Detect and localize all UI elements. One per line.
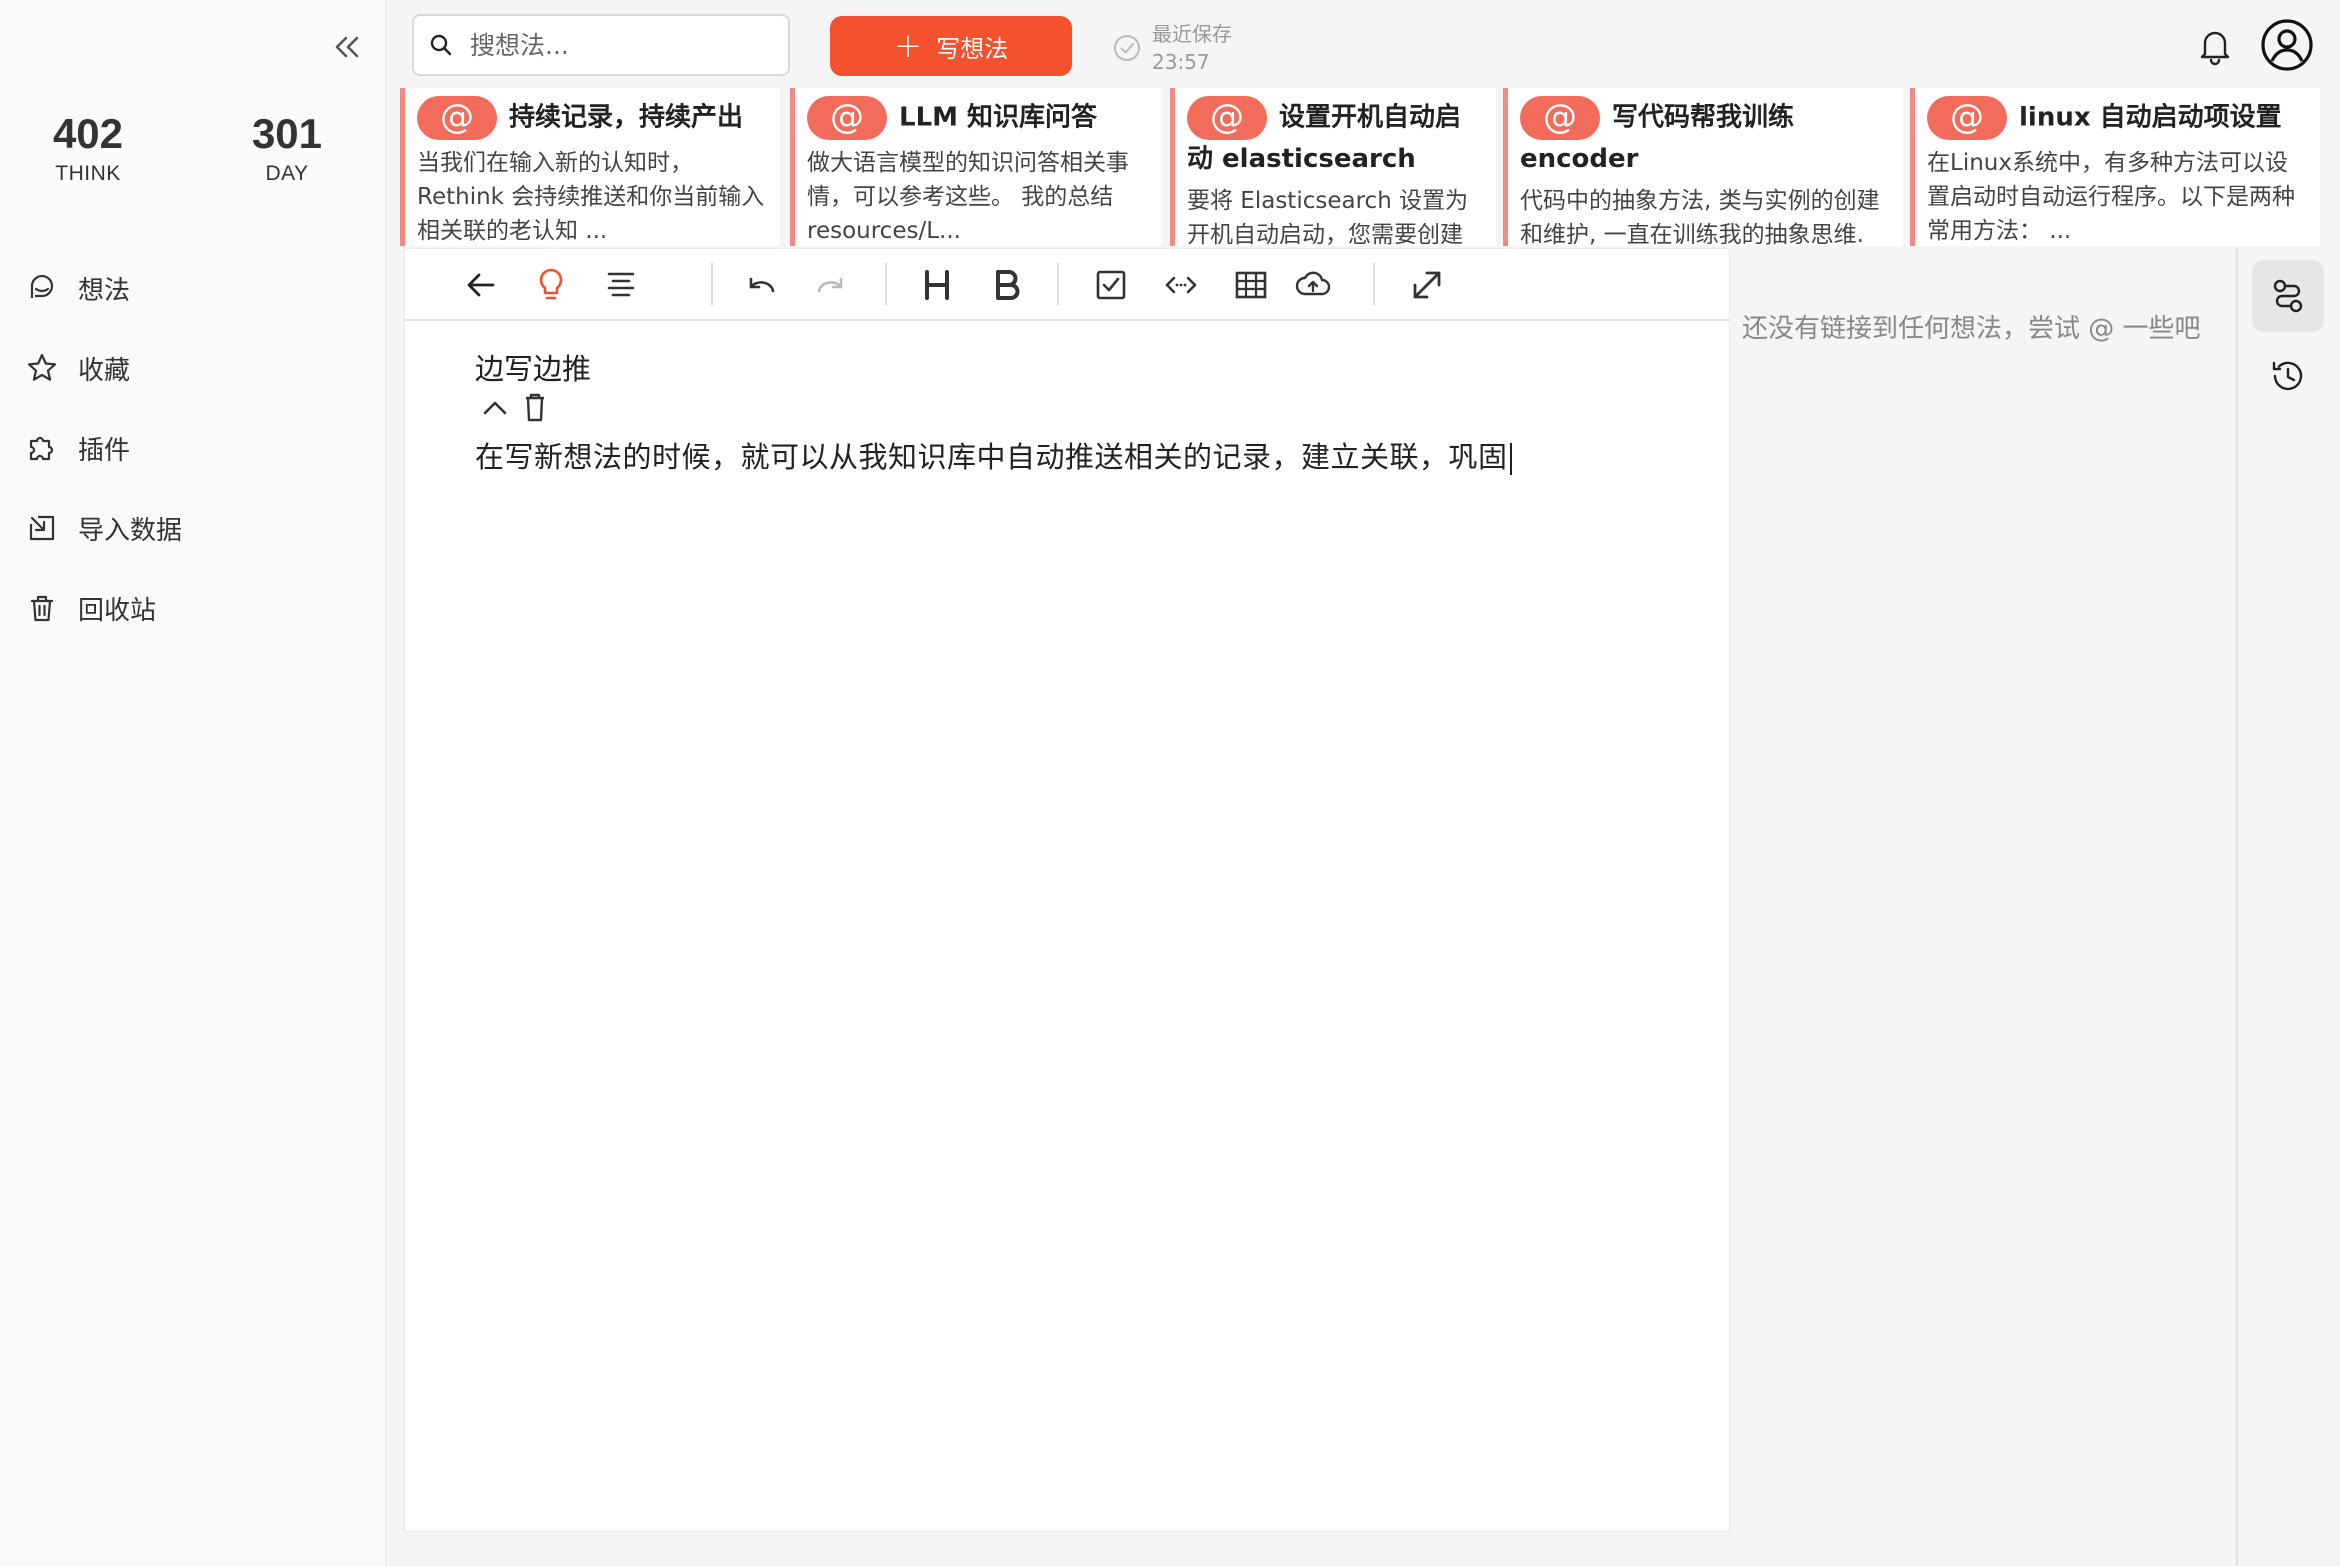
think-count: 402 xyxy=(52,110,124,157)
write-idea-label: 写想法 xyxy=(936,34,1009,63)
redo-icon[interactable] xyxy=(811,265,851,305)
align-center-icon[interactable] xyxy=(601,265,641,305)
star-icon xyxy=(26,352,58,384)
at-badge-icon: @ xyxy=(1927,96,2007,140)
delete-block-icon[interactable] xyxy=(515,389,555,425)
back-arrow-icon[interactable] xyxy=(461,265,501,305)
history-icon xyxy=(2268,356,2308,396)
related-card[interactable]: @ LLM 知识库问答 做大语言模型的知识问答相关事情，可以参考这些。 我的总结 … xyxy=(790,88,1162,246)
card-title: @ 写代码帮我训练 encoder xyxy=(1520,96,1893,178)
save-status: 最近保存 23:57 xyxy=(1112,18,1232,78)
sidebar: 402 THINK 301 DAY 想法 收藏 插件 导入数据 回收站 xyxy=(0,0,386,1566)
expand-icon[interactable] xyxy=(1407,265,1447,305)
search-box[interactable] xyxy=(412,14,790,76)
card-snippet: 当我们在输入新的认知时，Rethink 会持续推送和你当前输入相关联的老认知 .… xyxy=(417,150,765,244)
card-title: @ LLM 知识库问答 xyxy=(807,96,1152,140)
note-body[interactable]: 在写新想法的时候，就可以从我知识库中自动推送相关的记录，建立关联，巩固 xyxy=(475,435,1695,479)
related-ideas-strip: @ 持续记录，持续产出 当我们在输入新的认知时，Rethink 会持续推送和你当前… xyxy=(400,88,2340,248)
at-badge-icon: @ xyxy=(1520,96,1600,140)
sidebar-item-favorites[interactable]: 收藏 xyxy=(0,328,386,408)
stats-panel: 402 THINK 301 DAY xyxy=(0,108,386,198)
sidebar-item-label: 收藏 xyxy=(78,355,131,386)
link-graph-icon xyxy=(2268,276,2308,316)
card-title: @ 持续记录，持续产出 xyxy=(417,96,770,140)
lightbulb-icon[interactable] xyxy=(531,265,571,305)
sidebar-item-ideas[interactable]: 想法 xyxy=(0,248,386,328)
day-stat: 301 DAY xyxy=(212,108,362,186)
card-title-text: LLM 知识库问答 xyxy=(899,102,1098,133)
bell-icon[interactable] xyxy=(2196,26,2234,66)
code-icon[interactable] xyxy=(1161,265,1201,305)
history-tab-button[interactable] xyxy=(2252,340,2324,412)
think-label: THINK xyxy=(55,162,121,185)
note-body-text: 在写新想法的时候，就可以从我知识库中自动推送相关的记录，建立关联，巩固 xyxy=(475,440,1508,474)
import-icon xyxy=(26,512,58,544)
related-card[interactable]: @ 设置开机自动启动 elasticsearch 要将 Elasticsearch… xyxy=(1170,88,1496,246)
links-tab-button[interactable] xyxy=(2252,260,2324,332)
table-icon[interactable] xyxy=(1231,265,1271,305)
card-snippet: 要将 Elasticsearch 设置为开机自动启动，您需要创建 xyxy=(1187,188,1469,246)
sidebar-item-label: 想法 xyxy=(78,275,131,306)
bold-icon[interactable] xyxy=(987,265,1027,305)
day-label: DAY xyxy=(265,162,309,185)
sidebar-item-label: 导入数据 xyxy=(78,515,183,546)
card-title: @ 设置开机自动启动 elasticsearch xyxy=(1187,96,1486,178)
cloud-upload-icon[interactable] xyxy=(1293,265,1333,305)
user-avatar-icon[interactable] xyxy=(2260,18,2314,72)
sidebar-item-label: 插件 xyxy=(78,435,131,466)
editor-panel: 边写边推 在写新想法的时候，就可以从我知识库中自动推送相关的记录，建立关联，巩固 xyxy=(404,248,1730,1532)
save-text: 最近保存 23:57 xyxy=(1152,20,1232,76)
heading-icon[interactable] xyxy=(917,265,957,305)
card-title-text: 持续记录，持续产出 xyxy=(509,102,744,133)
card-snippet: 做大语言模型的知识问答相关事情，可以参考这些。 我的总结 resources/L… xyxy=(807,150,1129,244)
plus-icon: + xyxy=(893,26,923,66)
sidebar-nav: 想法 收藏 插件 导入数据 回收站 xyxy=(0,248,386,648)
sidebar-item-trash[interactable]: 回收站 xyxy=(0,568,386,648)
collapse-sidebar-icon[interactable] xyxy=(326,26,368,68)
card-title-text: linux 自动启动项设置 xyxy=(2019,102,2282,133)
chevron-up-icon[interactable] xyxy=(475,389,515,425)
card-snippet: 在Linux系统中，有多种方法可以设置启动时自动运行程序。以下是两种常用方法： … xyxy=(1927,150,2295,244)
idea-bubble-icon xyxy=(26,272,58,304)
card-snippet: 代码中的抽象方法, 类与实例的创建和维护, 一直在训练我的抽象思维. xyxy=(1520,188,1880,246)
puzzle-icon xyxy=(26,432,58,464)
block-controls xyxy=(475,389,1695,427)
right-rail xyxy=(2236,248,2340,1566)
related-card[interactable]: @ 写代码帮我训练 encoder 代码中的抽象方法, 类与实例的创建和维护, 一… xyxy=(1503,88,1903,246)
check-circle-icon xyxy=(1112,33,1142,63)
checkbox-icon[interactable] xyxy=(1091,265,1131,305)
at-badge-icon: @ xyxy=(1187,96,1267,140)
save-label: 最近保存 xyxy=(1152,22,1232,46)
links-panel: 还没有链接到任何想法，尝试 @ 一些吧 xyxy=(1730,248,2236,1566)
at-badge-icon: @ xyxy=(807,96,887,140)
note-title[interactable]: 边写边推 xyxy=(475,349,1695,389)
sidebar-item-import[interactable]: 导入数据 xyxy=(0,488,386,568)
undo-icon[interactable] xyxy=(741,265,781,305)
day-count: 301 xyxy=(251,110,323,157)
sidebar-item-label: 回收站 xyxy=(78,595,157,626)
editor-toolbar xyxy=(405,249,1729,321)
trash-icon xyxy=(26,592,58,624)
no-links-message: 还没有链接到任何想法，尝试 @ 一些吧 xyxy=(1742,314,2201,344)
related-card[interactable]: @ linux 自动启动项设置 在Linux系统中，有多种方法可以设置启动时自动运… xyxy=(1910,88,2320,246)
search-input[interactable] xyxy=(470,30,770,60)
write-idea-button[interactable]: + 写想法 xyxy=(830,16,1072,76)
text-caret xyxy=(1509,443,1512,475)
card-title: @ linux 自动启动项设置 xyxy=(1927,96,2310,140)
think-stat: 402 THINK xyxy=(13,108,163,186)
note-content[interactable]: 边写边推 在写新想法的时候，就可以从我知识库中自动推送相关的记录，建立关联，巩固 xyxy=(475,349,1695,479)
search-icon xyxy=(428,32,454,58)
save-time: 23:57 xyxy=(1152,50,1210,74)
at-badge-icon: @ xyxy=(417,96,497,140)
related-card[interactable]: @ 持续记录，持续产出 当我们在输入新的认知时，Rethink 会持续推送和你当前… xyxy=(400,88,780,246)
sidebar-item-plugins[interactable]: 插件 xyxy=(0,408,386,488)
